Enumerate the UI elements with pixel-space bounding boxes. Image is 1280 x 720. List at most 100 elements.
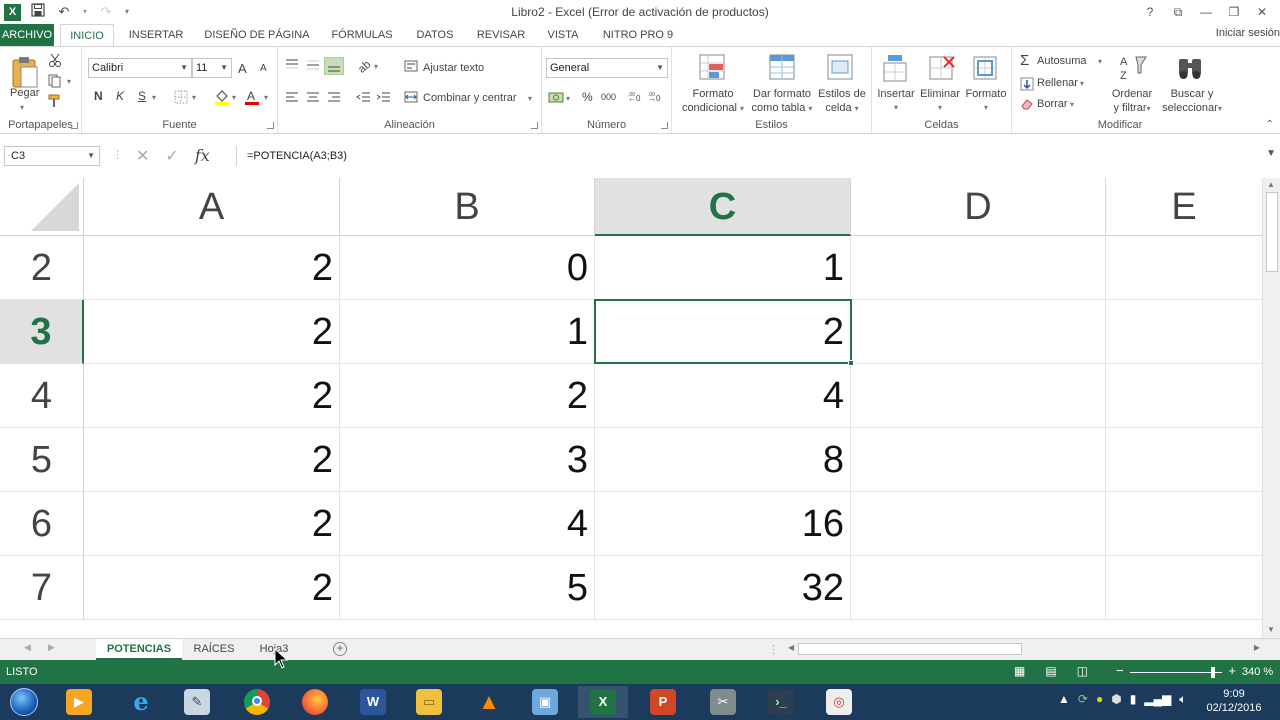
autosum-button[interactable]: Autosuma (1037, 55, 1087, 67)
format-as-table-button[interactable]: Dar formato como tabla ▾ (746, 87, 818, 116)
tab-split-grip-icon[interactable]: ⋮ (768, 643, 779, 656)
column-header-b[interactable]: B (340, 178, 595, 236)
cell-b5[interactable]: 3 (340, 428, 595, 492)
prev-sheet-icon[interactable]: ◀ (24, 642, 31, 653)
cell-styles-dropdown-icon[interactable]: ▾ (855, 104, 859, 113)
number-format-combo[interactable]: General ▼ (546, 58, 668, 78)
cell-a2[interactable]: 2 (84, 236, 340, 300)
column-header-c[interactable]: C (595, 178, 851, 236)
shrink-font-icon[interactable]: A (260, 63, 267, 74)
scroll-right-icon[interactable]: ▶ (1254, 643, 1260, 652)
taskbar-powerpoint[interactable]: P (638, 686, 688, 718)
vertical-scroll-thumb[interactable] (1266, 192, 1278, 272)
font-size-dropdown-icon[interactable]: ▼ (220, 59, 228, 77)
copy-dropdown-icon[interactable]: ▾ (67, 77, 71, 86)
delete-cells-dropdown-icon[interactable]: ▾ (916, 101, 964, 115)
taskbar-tool[interactable]: ✂ (698, 686, 748, 718)
tab-formulas[interactable]: FÓRMULAS (326, 24, 398, 46)
help-button[interactable]: ? (1136, 2, 1164, 22)
cancel-entry-icon[interactable]: ✕ (136, 146, 149, 166)
font-name-combo[interactable]: Calibri ▼ (88, 58, 192, 78)
cell-a6[interactable]: 2 (84, 492, 340, 556)
select-all-button[interactable] (0, 178, 84, 236)
align-middle-icon[interactable] (305, 59, 321, 74)
tab-vista[interactable]: VISTA (540, 24, 586, 46)
find-select-button[interactable]: Buscar y seleccionar▾ (1156, 87, 1228, 116)
tray-security-icon[interactable]: ⬢ (1111, 692, 1121, 707)
taskbar-firefox[interactable] (290, 686, 340, 718)
paste-dropdown-icon[interactable]: ▾ (20, 103, 24, 112)
cell-e7[interactable] (1106, 556, 1262, 620)
tray-power-icon[interactable]: ▮ (1130, 692, 1137, 707)
delete-cells-button[interactable]: Eliminar ▾ (916, 87, 964, 115)
cell-b7[interactable]: 5 (340, 556, 595, 620)
close-button[interactable]: ✕ (1248, 2, 1276, 22)
row-header-4[interactable]: 4 (0, 364, 84, 428)
borders-icon[interactable] (174, 90, 188, 107)
tab-datos[interactable]: DATOS (410, 24, 460, 46)
taskbar-paint[interactable]: ✎ (172, 686, 222, 718)
wrap-text-icon[interactable] (404, 60, 418, 75)
cell-c4[interactable]: 4 (595, 364, 851, 428)
normal-view-icon[interactable]: ▦ (1014, 664, 1025, 678)
cell-d5[interactable] (851, 428, 1106, 492)
tab-insertar[interactable]: INSERTAR (122, 24, 190, 46)
orientation-dropdown-icon[interactable]: ▾ (374, 62, 378, 71)
minimize-button[interactable]: — (1192, 2, 1220, 22)
sheet-tab-potencias[interactable]: POTENCIAS (96, 639, 182, 660)
cell-c3[interactable]: 2 (595, 300, 851, 364)
thousands-separator-button[interactable]: 000 (601, 92, 616, 102)
zoom-out-icon[interactable]: − (1116, 663, 1124, 678)
taskbar-network[interactable]: ▣ (520, 686, 570, 718)
accounting-format-icon[interactable] (548, 90, 564, 107)
clipboard-launcher-icon[interactable] (71, 122, 78, 129)
zoom-knob[interactable] (1210, 667, 1215, 678)
delete-cells-icon[interactable] (928, 53, 956, 86)
worksheet-grid[interactable]: ABCDE 2 2 0 1 3 2 1 2 4 2 2 4 5 2 3 8 6 2 4 16 7 2 5 32 (0, 178, 1262, 632)
paste-button-label[interactable]: Pegar (10, 87, 39, 99)
bold-button[interactable]: N (94, 89, 103, 103)
cell-styles-icon[interactable] (826, 53, 856, 86)
row-header-7[interactable]: 7 (0, 556, 84, 620)
cell-d4[interactable] (851, 364, 1106, 428)
page-break-view-icon[interactable]: ◫ (1077, 664, 1088, 678)
cell-a5[interactable]: 2 (84, 428, 340, 492)
row-header-3[interactable]: 3 (0, 300, 84, 364)
cell-styles-button[interactable]: Estilos de celda ▾ (816, 87, 868, 116)
wrap-text-button[interactable]: Ajustar texto (423, 62, 484, 74)
row-header-2[interactable]: 2 (0, 236, 84, 300)
cell-e2[interactable] (1106, 236, 1262, 300)
insert-cells-icon[interactable] (882, 53, 910, 86)
tray-expand-icon[interactable]: ▲ (1058, 692, 1070, 707)
scroll-up-icon[interactable]: ▲ (1267, 180, 1275, 189)
tray-sync-icon[interactable]: ⟳ (1078, 692, 1088, 707)
increase-decimal-icon[interactable]: ←0.00 (628, 91, 646, 106)
taskbar-file-explorer[interactable]: ▭ (404, 686, 454, 718)
accounting-dropdown-icon[interactable]: ▾ (566, 94, 570, 103)
copy-icon[interactable] (48, 74, 64, 91)
row-header-5[interactable]: 5 (0, 428, 84, 492)
cell-c2[interactable]: 1 (595, 236, 851, 300)
taskbar-terminal[interactable]: ›_ (756, 686, 806, 718)
autosum-icon[interactable]: Σ (1020, 52, 1029, 69)
tab-revisar[interactable]: REVISAR (472, 24, 530, 46)
taskbar-excel[interactable]: X (578, 686, 628, 718)
taskbar-internet-explorer[interactable]: e (116, 686, 166, 718)
align-bottom-icon[interactable] (324, 57, 344, 75)
font-size-combo[interactable]: 11 ▼ (192, 58, 232, 78)
merge-dropdown-icon[interactable]: ▾ (528, 94, 532, 103)
cell-e4[interactable] (1106, 364, 1262, 428)
merge-center-icon[interactable] (404, 91, 418, 106)
collapse-ribbon-icon[interactable]: ⌃ (1266, 119, 1274, 130)
clear-dropdown-icon[interactable]: ▾ (1070, 100, 1074, 109)
cell-a4[interactable]: 2 (84, 364, 340, 428)
cell-d6[interactable] (851, 492, 1106, 556)
format-painter-icon[interactable] (48, 94, 64, 111)
name-box[interactable]: C3 ▼ (4, 146, 100, 166)
alignment-launcher-icon[interactable] (531, 122, 538, 129)
fill-down-icon[interactable] (1020, 77, 1034, 94)
orientation-icon[interactable]: ab (356, 57, 373, 76)
conditional-formatting-button[interactable]: Formato condicional ▾ (676, 87, 750, 116)
scroll-left-icon[interactable]: ◀ (788, 643, 794, 652)
increase-indent-icon[interactable] (376, 91, 392, 106)
